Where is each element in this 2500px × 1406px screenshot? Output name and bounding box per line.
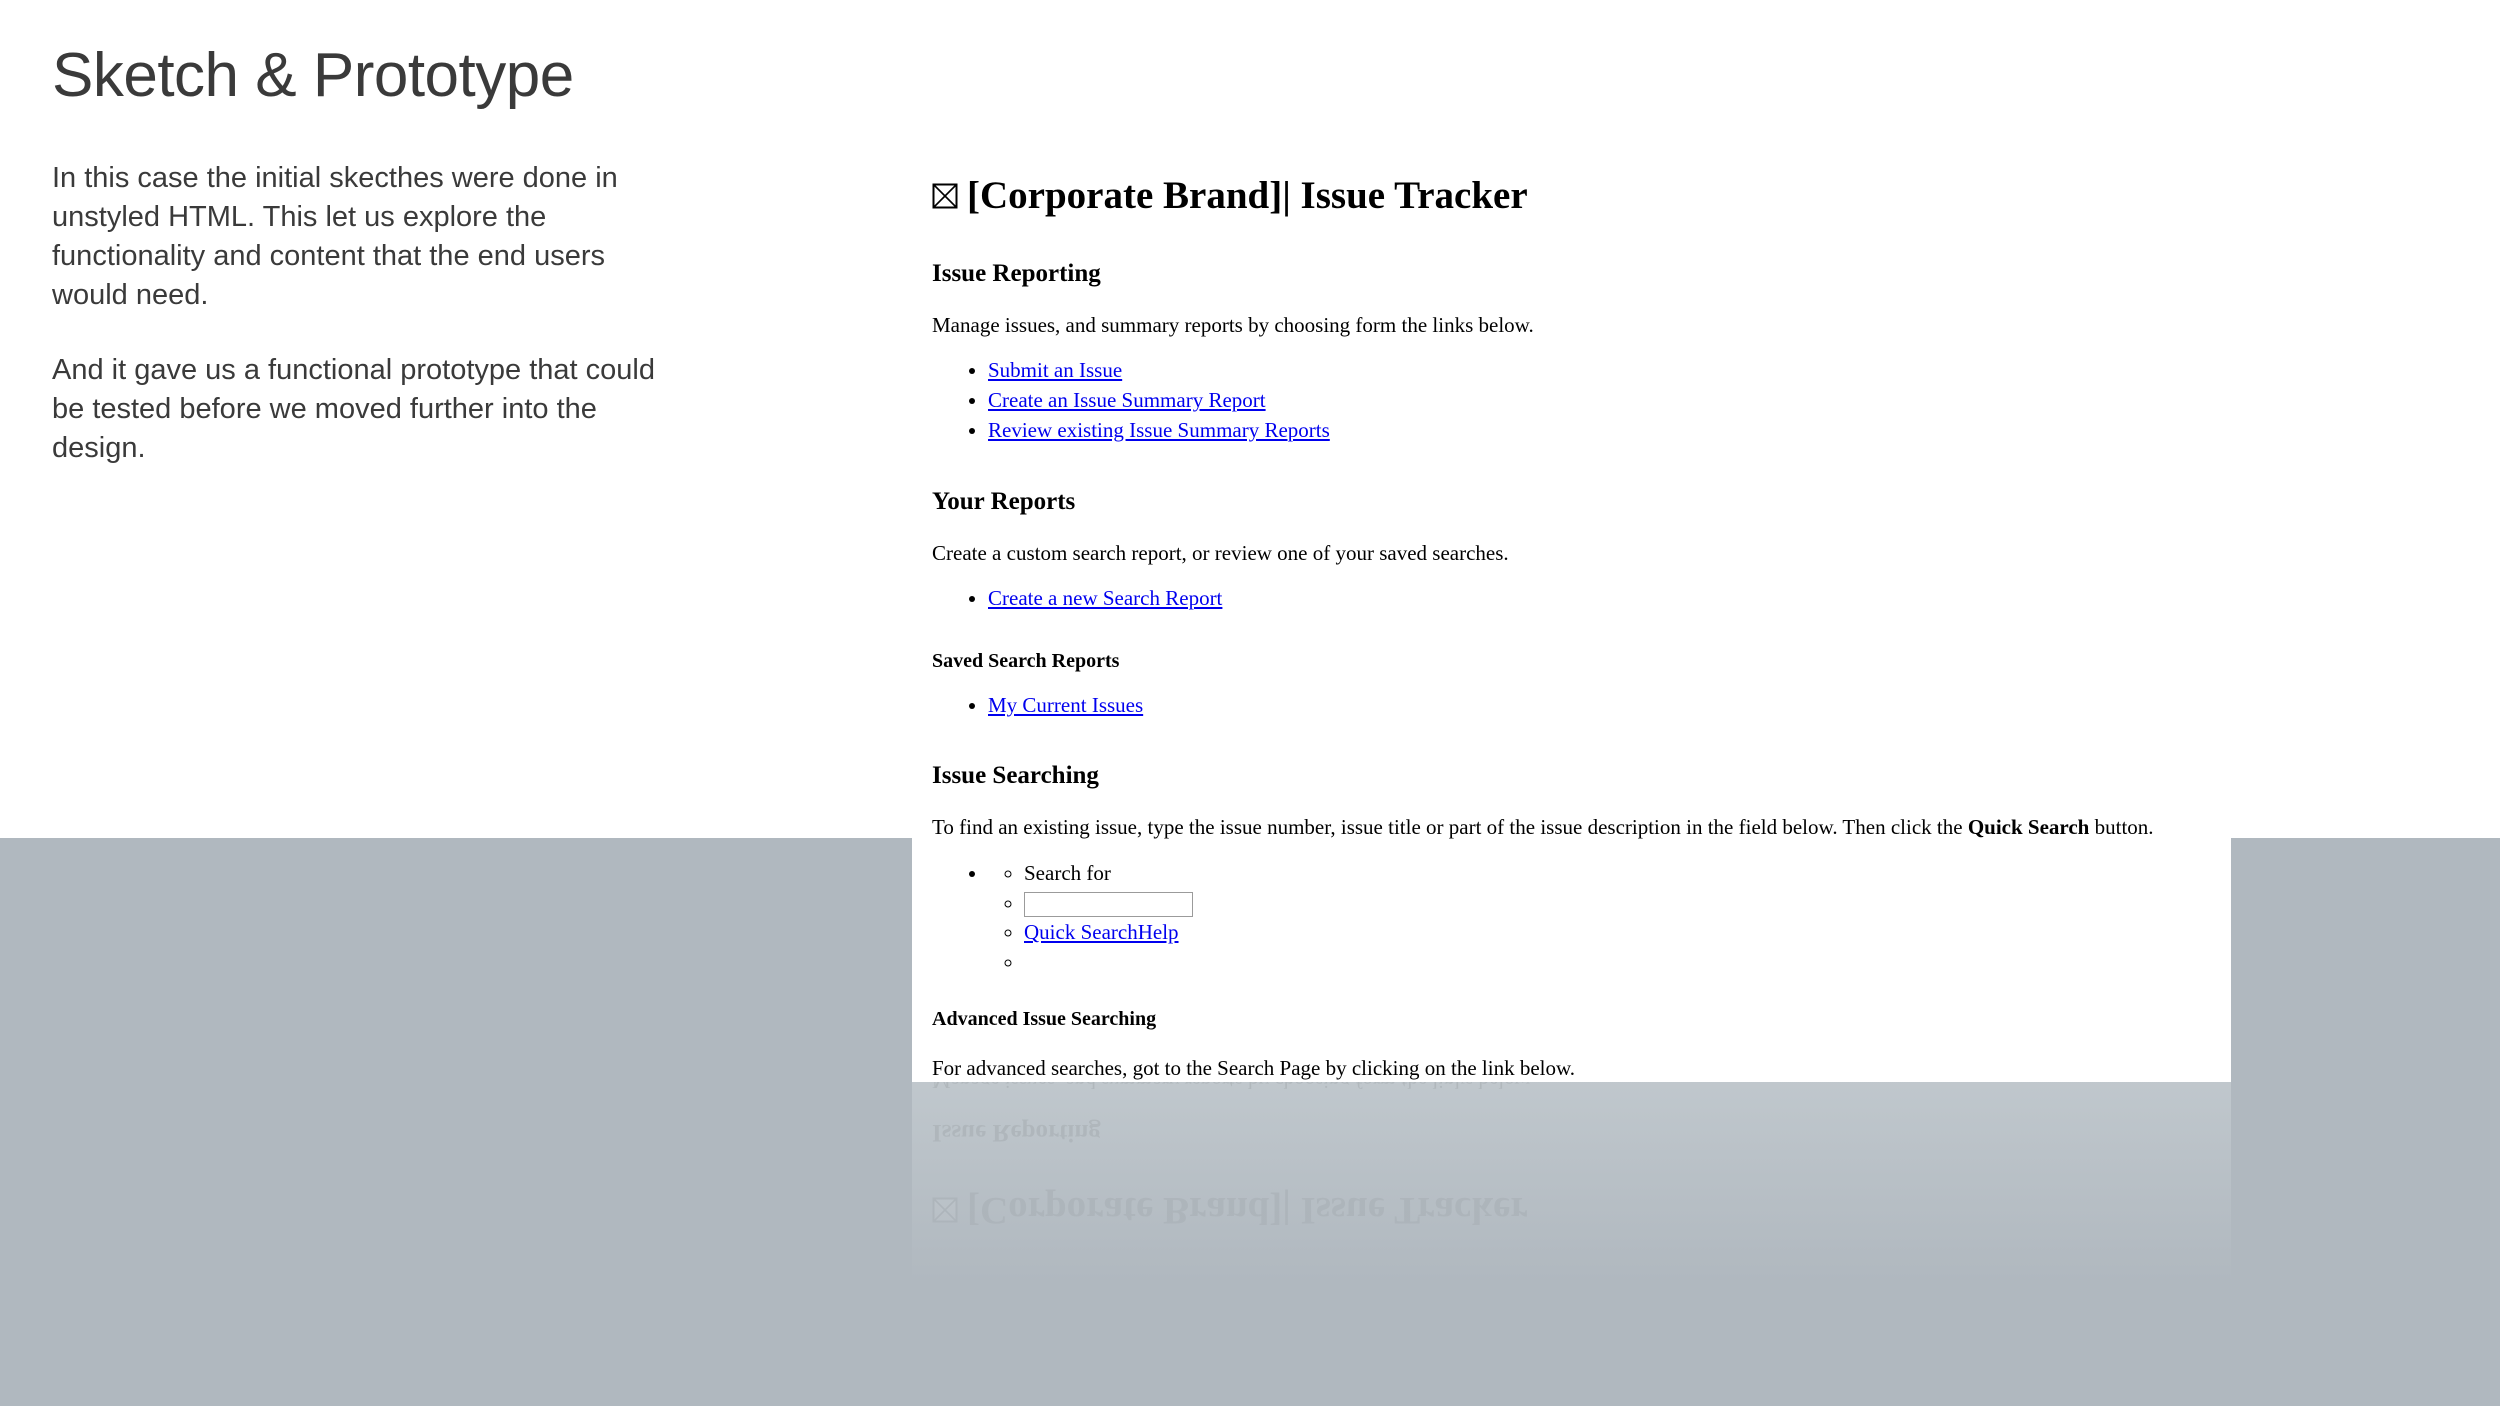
list-item: Create a new Search Report	[988, 584, 2231, 614]
issue-searching-intro-before: To find an existing issue, type the issu…	[932, 815, 1968, 840]
search-for-label: Search for	[1024, 860, 1111, 885]
saved-search-link-list: My Current Issues	[932, 691, 2231, 721]
list-item: Quick SearchHelp	[1024, 918, 2231, 948]
broken-image-icon	[932, 176, 958, 209]
slide-paragraph-2: And it gave us a functional prototype th…	[52, 354, 655, 465]
prototype-page-title: [Corporate Brand]| Issue Tracker	[932, 174, 2231, 218]
link-quick-search-help[interactable]: Quick SearchHelp	[1024, 920, 1179, 944]
list-item: Search for	[1024, 859, 2231, 889]
issue-reporting-intro: Manage issues, and summary reports by ch…	[932, 1082, 2231, 1094]
issue-searching-intro: To find an existing issue, type the issu…	[932, 814, 2231, 840]
issue-searching-intro-after: button.	[2089, 815, 2154, 840]
broken-image-icon	[932, 1197, 958, 1230]
page-title: Sketch & Prototype	[52, 41, 574, 110]
list-item: Review existing Issue Summary Reports	[988, 416, 2231, 446]
list-item: My Current Issues	[988, 691, 2231, 721]
list-item: Create an Issue Summary Report	[988, 386, 2231, 416]
slide-canvas: Sketch & Prototype In this case the init…	[0, 0, 2500, 1406]
prototype-page-title: [Corporate Brand]| Issue Tracker	[932, 1188, 2231, 1232]
issue-reporting-intro: Manage issues, and summary reports by ch…	[932, 312, 1534, 337]
section-heading-your-reports: Your Reports	[932, 487, 1076, 515]
link-create-a-new-search-report[interactable]: Create a new Search Report	[988, 586, 1222, 610]
quick-search-inner-list: Search for Quick SearchHelp	[988, 859, 2231, 972]
section-heading-issue-reporting: Issue Reporting	[932, 1119, 1101, 1147]
search-input[interactable]	[1024, 892, 1193, 918]
link-create-issue-summary-report[interactable]: Create an Issue Summary Report	[988, 388, 1266, 412]
issue-searching-intro-bold: Quick Search	[1967, 815, 2090, 840]
prototype-screenshot-card: [Corporate Brand]| Issue Tracker Issue R…	[912, 0, 2231, 1082]
quick-search-outer-list: Search for Quick SearchHelp	[932, 859, 2231, 972]
list-item	[1024, 889, 2231, 919]
link-review-existing-issue-summary-reports[interactable]: Review existing Issue Summary Reports	[988, 418, 1330, 442]
link-my-current-issues[interactable]: My Current Issues	[988, 693, 1143, 717]
issue-reporting-link-list: Submit an Issue Create an Issue Summary …	[932, 356, 2231, 445]
your-reports-intro: Create a custom search report, or review…	[932, 540, 1509, 565]
card-reflection-mirror: [Corporate Brand]| Issue Tracker Issue R…	[912, 1082, 2231, 1406]
list-item-empty	[1024, 948, 2231, 972]
prototype-page-title-text: [Corporate Brand]| Issue Tracker	[967, 1189, 1528, 1232]
advanced-searching-intro: For advanced searches, got to the Search…	[932, 1056, 1576, 1081]
slide-paragraph-1: In this case the initial skecthes were d…	[52, 162, 618, 312]
list-item: Search for Quick SearchHelp	[988, 859, 2231, 972]
card-reflection: [Corporate Brand]| Issue Tracker Issue R…	[912, 1082, 2231, 1406]
section-heading-saved-search-reports: Saved Search Reports	[932, 649, 1120, 672]
link-submit-an-issue[interactable]: Submit an Issue	[988, 358, 1122, 382]
your-reports-link-list: Create a new Search Report	[932, 584, 2231, 614]
backdrop-grey-right	[2231, 838, 2500, 1406]
section-heading-advanced-issue-searching: Advanced Issue Searching	[932, 1008, 1157, 1031]
section-heading-issue-reporting: Issue Reporting	[932, 259, 1101, 287]
prototype-document: [Corporate Brand]| Issue Tracker Issue R…	[922, 1082, 2231, 1406]
list-item: Submit an Issue	[988, 356, 2231, 386]
prototype-page-title-text: [Corporate Brand]| Issue Tracker	[967, 174, 1528, 217]
section-heading-issue-searching: Issue Searching	[932, 762, 1099, 790]
slide-copy-block: Sketch & Prototype In this case the init…	[52, 40, 752, 504]
prototype-document: [Corporate Brand]| Issue Tracker Issue R…	[922, 0, 2231, 1082]
